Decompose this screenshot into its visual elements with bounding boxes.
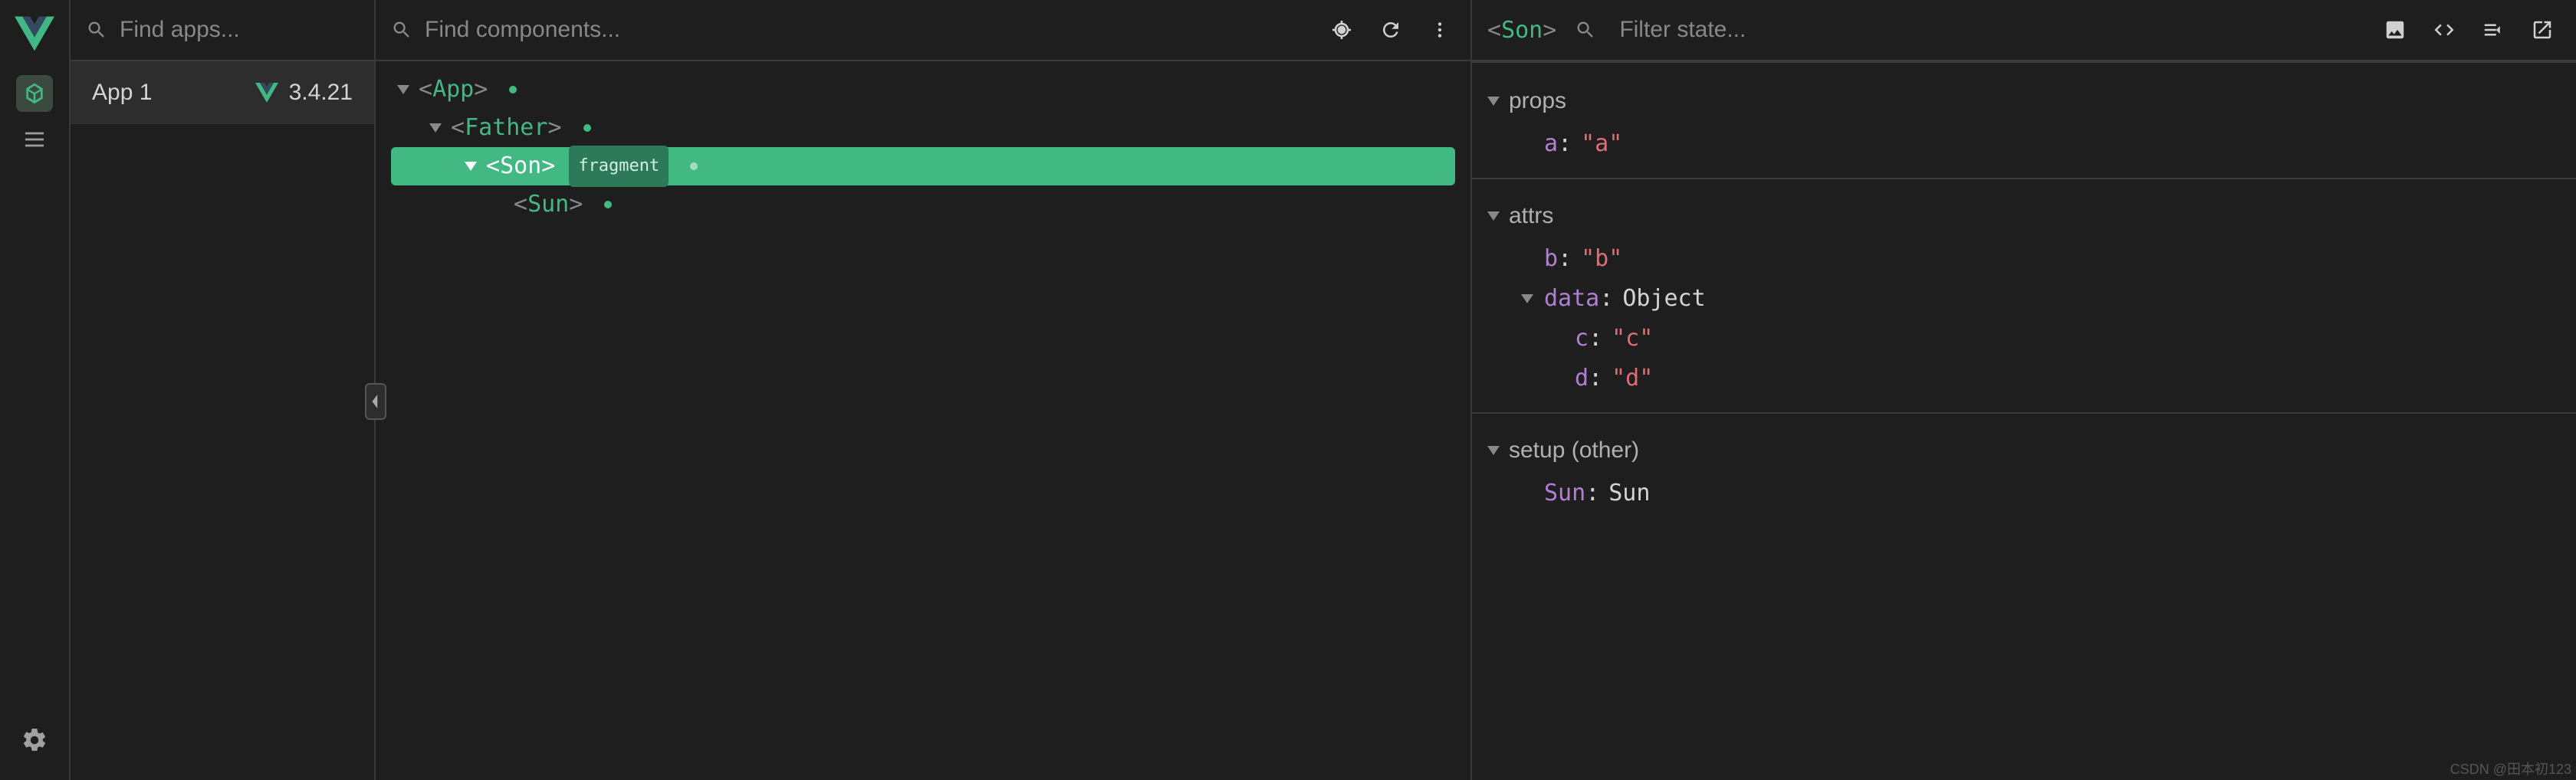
app-name: App 1 bbox=[92, 80, 255, 106]
open-in-editor-icon[interactable] bbox=[2429, 15, 2459, 45]
tree-node-app[interactable]: <App> bbox=[376, 70, 1470, 109]
search-icon bbox=[86, 19, 107, 41]
more-icon[interactable] bbox=[1424, 15, 1455, 45]
tree-node-son[interactable]: <Son> fragment bbox=[391, 147, 1455, 185]
vue-mini-icon bbox=[255, 81, 278, 104]
fragment-badge: fragment bbox=[569, 146, 669, 187]
section-attrs[interactable]: attrs bbox=[1472, 193, 2576, 239]
inspect-dom-icon[interactable] bbox=[2380, 15, 2410, 45]
tree-body: <App> <Father> <Son> fragment <Sun> bbox=[376, 61, 1470, 780]
app-list-item[interactable]: App 1 3.4.21 bbox=[71, 61, 374, 124]
scroll-to-icon[interactable] bbox=[2478, 15, 2509, 45]
selected-component-name: <Son> bbox=[1487, 17, 1556, 44]
setup-row[interactable]: Sun: Sun bbox=[1472, 474, 2576, 513]
attr-row[interactable]: b: "b" bbox=[1472, 239, 2576, 279]
component-tree-pane: <App> <Father> <Son> fragment <Sun> bbox=[376, 0, 1472, 780]
attr-nested-row[interactable]: c: "c" bbox=[1472, 319, 2576, 359]
target-icon[interactable] bbox=[1326, 15, 1357, 45]
section-setup[interactable]: setup (other) bbox=[1472, 428, 2576, 474]
state-filter-input[interactable] bbox=[1619, 17, 2380, 43]
state-body: props a: "a" attrs b: "b" data: Object c… bbox=[1472, 61, 2576, 780]
attr-nested-row[interactable]: d: "d" bbox=[1472, 359, 2576, 398]
watermark: CSDN @田本初123 bbox=[2450, 759, 2571, 778]
state-toolbar: <Son> bbox=[1472, 0, 2576, 61]
app-version: 3.4.21 bbox=[289, 80, 353, 106]
split-handle[interactable] bbox=[365, 383, 386, 420]
components-tab-icon[interactable] bbox=[16, 75, 53, 112]
prop-row[interactable]: a: "a" bbox=[1472, 124, 2576, 164]
tree-toolbar bbox=[376, 0, 1470, 61]
search-icon bbox=[391, 19, 412, 41]
refresh-icon[interactable] bbox=[1375, 15, 1406, 45]
vue-logo bbox=[15, 14, 54, 54]
state-pane: <Son> props a: "a" attrs b: "b" bbox=[1472, 0, 2576, 780]
settings-icon[interactable] bbox=[16, 722, 53, 759]
section-props[interactable]: props bbox=[1472, 78, 2576, 124]
apps-search bbox=[71, 0, 374, 61]
attr-row-data[interactable]: data: Object bbox=[1472, 279, 2576, 319]
tree-search-input[interactable] bbox=[425, 17, 1311, 43]
timeline-tab-icon[interactable] bbox=[16, 121, 53, 158]
tree-node-sun[interactable]: <Sun> bbox=[376, 185, 1470, 224]
popout-icon[interactable] bbox=[2527, 15, 2558, 45]
apps-pane: App 1 3.4.21 bbox=[71, 0, 376, 780]
left-rail bbox=[0, 0, 71, 780]
tree-node-father[interactable]: <Father> bbox=[376, 109, 1470, 147]
apps-search-input[interactable] bbox=[120, 17, 416, 43]
search-icon bbox=[1575, 19, 1596, 41]
